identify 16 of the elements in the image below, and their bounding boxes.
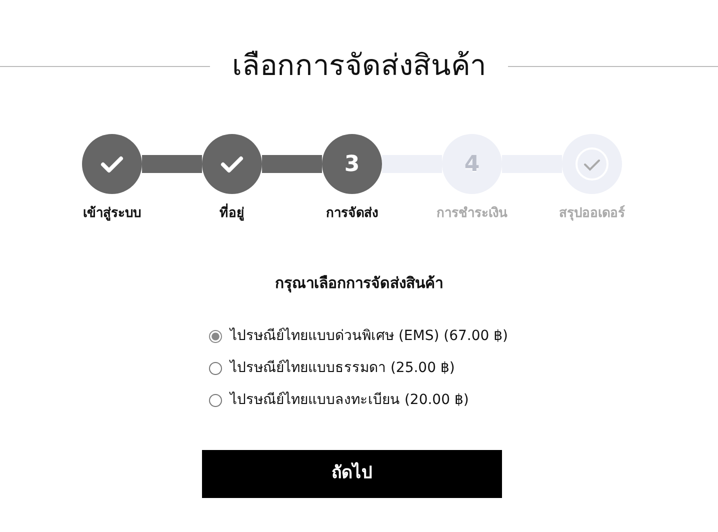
radio-button[interactable] xyxy=(209,394,222,406)
option-label[interactable]: ไปรษณีย์ไทยแบบธรรมดา (25.00 ฿) xyxy=(230,358,455,378)
page-title: เลือกการจัดส่งสินค้า xyxy=(231,47,487,84)
section-heading: กรุณาเลือกการจัดส่งสินค้า xyxy=(274,272,444,294)
option-label[interactable]: ไปรษณีย์ไทยแบบลงทะเบียน (20.00 ฿) xyxy=(230,390,469,410)
next-button[interactable]: ถัดไป xyxy=(202,450,502,498)
check-icon xyxy=(575,147,609,181)
step-label: การชำระเงิน xyxy=(436,205,508,223)
radio-button[interactable] xyxy=(209,362,222,374)
step-number: 3 xyxy=(322,134,382,194)
radio-button[interactable] xyxy=(209,330,222,342)
step-label: ที่อยู่ xyxy=(172,204,292,224)
step-label: เข้าสู่ระบบ xyxy=(82,204,142,223)
option-label[interactable]: ไปรษณีย์ไทยแบบด่วนพิเศษ (EMS) (67.00 ฿) xyxy=(230,326,508,346)
step-label: สรุปออเดอร์ xyxy=(558,204,626,223)
step-label: การจัดส่ง xyxy=(325,205,379,223)
